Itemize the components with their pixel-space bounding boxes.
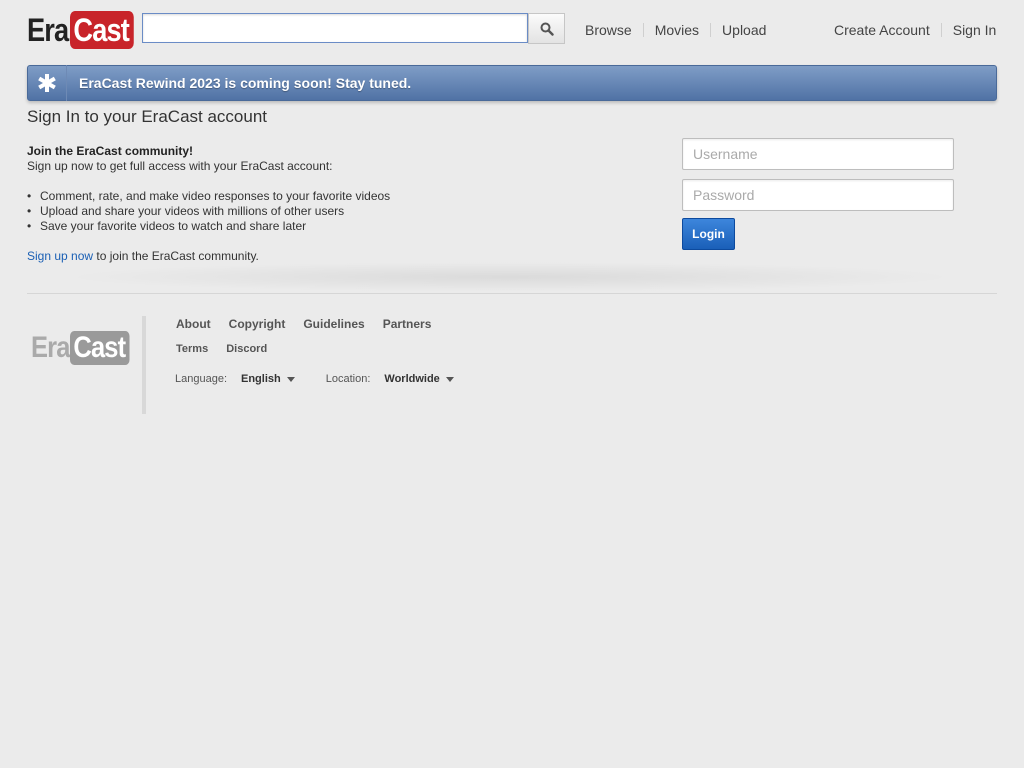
page-title: Sign In to your EraCast account <box>27 107 268 126</box>
footer-link-terms[interactable]: Terms <box>176 343 208 355</box>
password-field[interactable] <box>682 179 954 211</box>
language-value: English <box>241 373 281 385</box>
sign-in-link[interactable]: Sign In <box>953 22 997 38</box>
list-item: • Save your favorite videos to watch and … <box>27 219 307 233</box>
banner-text: EraCast Rewind 2023 is coming soon! Stay… <box>79 75 412 91</box>
banner-divider <box>66 65 67 101</box>
eracast-logo[interactable]: Era Cast <box>27 10 145 50</box>
footer-link-discord[interactable]: Discord <box>226 343 267 355</box>
footer-link-partners[interactable]: Partners <box>383 317 432 331</box>
login-button[interactable]: Login <box>682 218 735 250</box>
account-nav: Create Account Sign In <box>834 22 996 38</box>
language-selector[interactable]: English <box>241 373 295 385</box>
sign-up-now-link[interactable]: Sign up now <box>27 249 93 263</box>
footer-vertical-divider <box>142 316 146 414</box>
footer-link-copyright[interactable]: Copyright <box>229 317 286 331</box>
signup-line: Sign up now to join the EraCast communit… <box>27 249 259 263</box>
join-heading: Join the EraCast community! <box>27 144 194 158</box>
footer-logo-text-era: Era <box>31 331 70 364</box>
footer-logo-text-cast: Cast <box>70 331 130 365</box>
nav-separator <box>940 23 942 37</box>
logo-text-era: Era <box>27 12 69 48</box>
location-label: Location: <box>325 373 371 385</box>
nav-separator <box>710 23 712 37</box>
nav-separator <box>642 23 644 37</box>
search-button[interactable] <box>528 13 565 44</box>
benefits-list: • Comment, rate, and make video responses… <box>27 189 390 234</box>
footer-links-primary: About Copyright Guidelines Partners <box>176 317 449 331</box>
list-item: • Upload and share your videos with milli… <box>27 204 345 218</box>
asterisk-icon <box>28 73 66 93</box>
footer-divider-line <box>27 293 997 294</box>
join-subtitle: Sign up now to get full access with your… <box>27 159 333 173</box>
benefit-text: Upload and share your videos with millio… <box>40 204 345 218</box>
username-field[interactable] <box>682 138 954 170</box>
nav-upload-link[interactable]: Upload <box>722 22 766 38</box>
caret-down-icon <box>445 377 454 382</box>
content-shadow <box>60 262 960 292</box>
announcement-banner: EraCast Rewind 2023 is coming soon! Stay… <box>27 65 997 101</box>
create-account-link[interactable]: Create Account <box>834 22 930 38</box>
logo-text-cast: Cast <box>69 11 134 49</box>
benefit-text: Save your favorite videos to watch and s… <box>40 219 307 233</box>
nav-movies-link[interactable]: Movies <box>655 22 699 38</box>
location-selector[interactable]: Worldwide <box>384 373 454 385</box>
footer-logo[interactable]: Era Cast <box>31 330 140 366</box>
nav-browse-link[interactable]: Browse <box>585 22 632 38</box>
footer-links-secondary: Terms Discord <box>176 343 285 355</box>
location-value: Worldwide <box>384 373 440 385</box>
signup-rest-text: to join the EraCast community. <box>93 249 259 263</box>
footer-link-guidelines[interactable]: Guidelines <box>303 317 364 331</box>
search-input[interactable] <box>142 13 528 43</box>
footer-link-about[interactable]: About <box>176 317 211 331</box>
main-nav: Browse Movies Upload <box>585 22 766 38</box>
search-icon <box>540 22 554 36</box>
header: Era Cast Browse Movies Upload Create Acco… <box>0 0 1024 60</box>
language-label: Language: <box>175 373 227 385</box>
footer-preferences: Language: English Location: Worldwide <box>175 373 454 385</box>
benefit-text: Comment, rate, and make video responses … <box>40 189 391 203</box>
list-item: • Comment, rate, and make video responses… <box>27 189 391 203</box>
caret-down-icon <box>286 377 295 382</box>
